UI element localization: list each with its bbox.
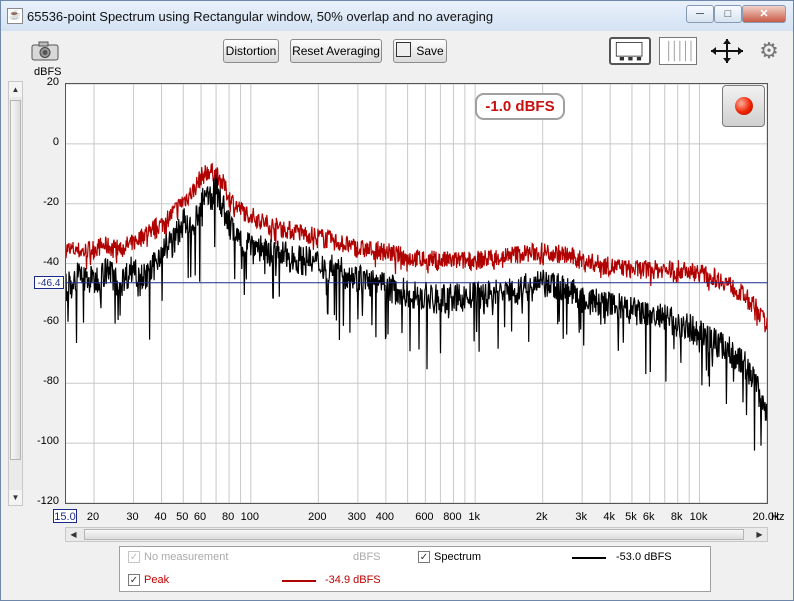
- peak-label: Peak: [144, 574, 170, 586]
- spectrum-legend-line: [572, 557, 606, 559]
- scroll-down-arrow-icon[interactable]: ▼: [9, 490, 22, 505]
- x-tick-label: 400: [375, 511, 395, 523]
- save-label: Save: [416, 44, 444, 58]
- y-tick-label: -100: [36, 435, 59, 448]
- cursor-level-label[interactable]: -46.4: [34, 276, 64, 289]
- horizontal-scrollbar[interactable]: ◀ ▶: [65, 527, 768, 542]
- y-tick-label: -60: [43, 315, 59, 328]
- scroll-up-arrow-icon[interactable]: ▲: [9, 82, 22, 97]
- x-tick-label: 300: [347, 511, 367, 523]
- scroll-left-arrow-icon[interactable]: ◀: [66, 528, 81, 541]
- title-bar: ☕ 65536-point Spectrum using Rectangular…: [1, 1, 793, 31]
- graph-view-icon[interactable]: [609, 37, 651, 65]
- save-button[interactable]: Save: [393, 39, 447, 63]
- x-tick-label: 8k: [670, 511, 683, 523]
- save-icon: [396, 42, 412, 57]
- maximize-button[interactable]: □: [714, 5, 742, 23]
- x-tick-label: 100: [240, 511, 259, 523]
- legend-panel: ✓ No measurement dBFS ✓ Spectrum -53.0 d…: [119, 546, 711, 592]
- horizontal-scroll-thumb[interactable]: [84, 529, 744, 540]
- x-tick-label: 1k: [468, 511, 480, 523]
- close-button[interactable]: ✕: [742, 5, 786, 23]
- spectrum-label: Spectrum: [434, 551, 482, 563]
- bar-graph-icon[interactable]: [659, 37, 697, 65]
- frequency-start-field[interactable]: 15.0: [53, 509, 77, 523]
- x-tick-label: 3k: [575, 511, 587, 523]
- x-tick-label: 80: [221, 511, 235, 523]
- x-tick-label: 6k: [642, 511, 655, 523]
- record-button[interactable]: [722, 85, 765, 127]
- minimize-button[interactable]: ─: [686, 5, 714, 23]
- x-tick-label: 800: [443, 511, 462, 523]
- spectrum-checkbox[interactable]: ✓: [418, 551, 430, 563]
- spectrum-plot[interactable]: [65, 83, 768, 504]
- x-tick-label: 200: [308, 511, 327, 523]
- x-tick-label: 2k: [535, 511, 548, 523]
- x-tick-label: 30: [126, 511, 139, 523]
- no-measurement-label: No measurement: [144, 551, 229, 563]
- record-icon: [735, 97, 753, 115]
- y-tick-label: 20: [46, 76, 59, 88]
- x-tick-label: 600: [415, 511, 434, 523]
- spectrum-chart: [66, 84, 767, 503]
- x-tick-label: 20: [86, 511, 100, 523]
- peak-checkbox[interactable]: ✓: [128, 574, 140, 586]
- scroll-right-arrow-icon[interactable]: ▶: [752, 528, 767, 541]
- java-icon: ☕: [7, 8, 23, 24]
- app-window: ☕ 65536-point Spectrum using Rectangular…: [0, 0, 794, 601]
- spectrum-value: -53.0 dBFS: [616, 551, 672, 563]
- x-tick-label: 50: [176, 511, 189, 523]
- y-tick-label: -20: [43, 195, 59, 208]
- reset-averaging-button[interactable]: Reset Averaging: [290, 39, 382, 63]
- x-tick-label: 4k: [603, 511, 616, 523]
- window-title: 65536-point Spectrum using Rectangular w…: [27, 9, 494, 24]
- vertical-scroll-thumb[interactable]: [10, 100, 21, 460]
- peak-legend-line: [282, 580, 316, 582]
- y-tick-label: -120: [36, 495, 59, 507]
- y-tick-label: -40: [43, 255, 59, 268]
- y-tick-label: 0: [52, 135, 59, 148]
- no-measurement-unit: dBFS: [353, 551, 381, 563]
- distortion-button[interactable]: Distortion: [223, 39, 279, 63]
- peak-trace: [66, 162, 767, 333]
- no-measurement-checkbox[interactable]: ✓: [128, 551, 140, 563]
- camera-icon[interactable]: [31, 41, 59, 61]
- x-axis-unit: Hz: [771, 511, 785, 523]
- axis-arrows-icon[interactable]: [708, 37, 746, 65]
- gear-icon[interactable]: ⚙: [757, 37, 781, 65]
- x-tick-label: 5k: [625, 511, 637, 523]
- y-tick-label: -80: [43, 375, 59, 388]
- peak-level-indicator: -1.0 dBFS: [475, 93, 565, 120]
- x-tick-label: 10k: [689, 511, 708, 523]
- x-tick-label: 40: [154, 511, 167, 523]
- vertical-scrollbar[interactable]: ▲ ▼: [8, 81, 23, 506]
- peak-value: -34.9 dBFS: [325, 574, 381, 586]
- x-tick-label: 60: [193, 511, 207, 523]
